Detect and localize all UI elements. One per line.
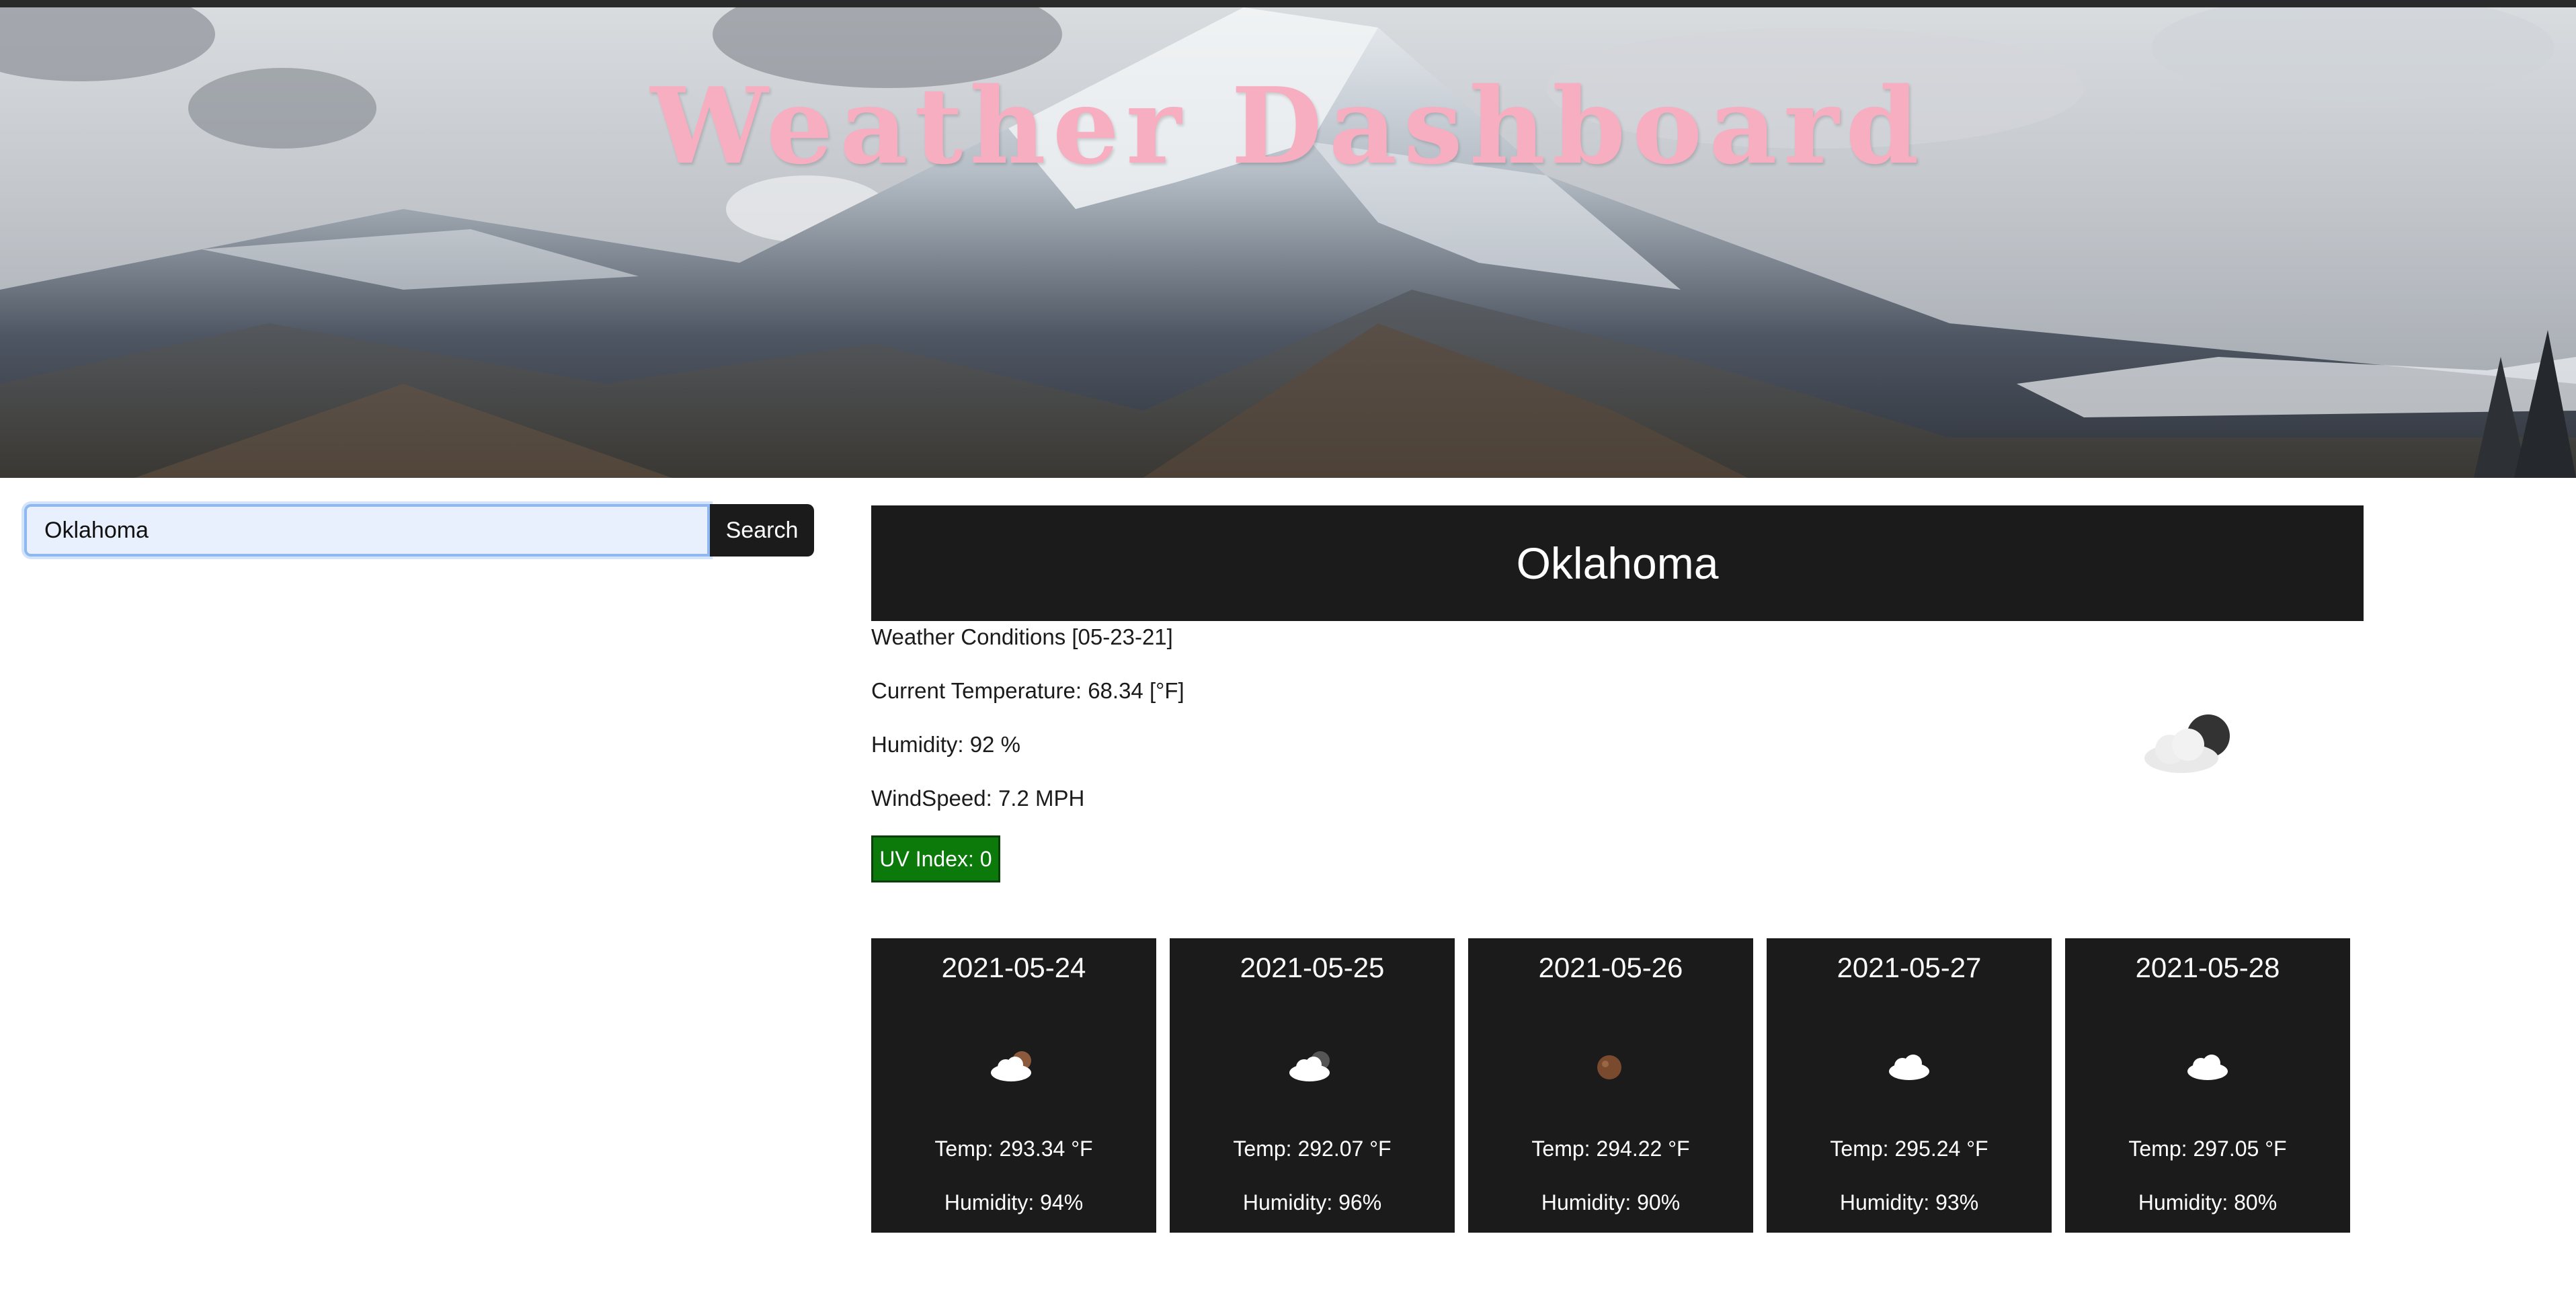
city-search-input[interactable]: [24, 504, 710, 557]
weather-conditions-date: Weather Conditions [05-23-21]: [871, 624, 1173, 649]
forecast-humidity: Humidity: 94%: [944, 1190, 1084, 1215]
forecast-date: 2021-05-28: [2135, 952, 2280, 983]
search-form: Search: [24, 504, 814, 558]
cloud-moon-icon: [1289, 1051, 1330, 1081]
hero-banner: Weather Dashboard: [0, 7, 2576, 478]
cloud-moon-icon: [2144, 714, 2230, 773]
forecast-date: 2021-05-25: [1240, 952, 1385, 983]
current-weather-details: Weather Conditions [05-23-21] Current Te…: [871, 624, 1947, 839]
current-humidity: Humidity: 92 %: [871, 732, 1020, 757]
moon-icon: [1597, 1055, 1621, 1079]
window-top-strip: [0, 0, 2576, 7]
page-title: Weather Dashboard: [650, 65, 1926, 188]
forecast-card: 2021-05-24 Temp: 293.34 °F Humidity: 94%: [871, 938, 1156, 1233]
forecast-humidity: Humidity: 93%: [1839, 1190, 1979, 1215]
forecast-card: 2021-05-25 Temp: 292.07 °F Humidity: 96%: [1170, 938, 1455, 1233]
forecast-humidity: Humidity: 80%: [2138, 1190, 2278, 1215]
forecast-temp: Temp: 295.24 °F: [1830, 1137, 1988, 1161]
forecast-date: 2021-05-27: [1837, 952, 1982, 983]
forecast-temp: Temp: 292.07 °F: [1233, 1137, 1392, 1161]
forecast-card: 2021-05-28 Temp: 297.05 °F Humidity: 80%: [2065, 938, 2350, 1233]
uv-index-badge: UV Index: 0: [871, 835, 1000, 882]
cloud-icon: [2187, 1055, 2228, 1080]
forecast-humidity: Humidity: 96%: [1242, 1190, 1382, 1215]
current-city-header: Oklahoma: [871, 505, 2364, 621]
forecast-date: 2021-05-24: [941, 952, 1086, 983]
cloud-moon-icon: [991, 1051, 1031, 1081]
forecast-temp: Temp: 293.34 °F: [934, 1137, 1093, 1161]
forecast-temp: Temp: 294.22 °F: [1531, 1137, 1690, 1161]
forecast-humidity: Humidity: 90%: [1541, 1190, 1681, 1215]
forecast-card: 2021-05-26 Temp: 294.22 °F Humidity: 90%: [1468, 938, 1753, 1233]
cloud-icon: [1889, 1055, 1929, 1080]
forecast-date: 2021-05-26: [1538, 952, 1683, 983]
forecast-card: 2021-05-27 Temp: 295.24 °F Humidity: 93%: [1767, 938, 2052, 1233]
forecast-temp: Temp: 297.05 °F: [2128, 1137, 2287, 1161]
current-temperature: Current Temperature: 68.34 [°F]: [871, 678, 1184, 703]
search-button[interactable]: Search: [710, 504, 814, 557]
current-windspeed: WindSpeed: 7.2 MPH: [871, 786, 1085, 811]
